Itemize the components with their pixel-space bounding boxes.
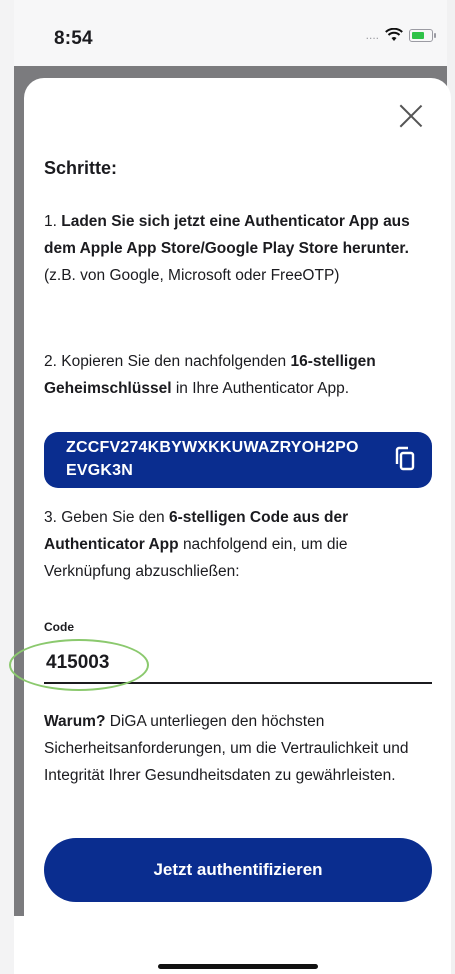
code-input[interactable] (44, 644, 432, 684)
step-2-text: 2. Kopieren Sie den nachfolgenden 16-ste… (44, 348, 436, 402)
why-text: Warum? DiGA unterliegen den höchsten Sic… (44, 708, 436, 789)
copy-icon[interactable] (394, 446, 416, 472)
wifi-icon (385, 28, 403, 41)
step-2-suffix: in Ihre Authenticator App. (175, 380, 350, 397)
code-label: Code (44, 620, 74, 634)
step-1-prefix: 1. (44, 213, 57, 230)
step-1-bold: Laden Sie sich jetzt eine Authenticator … (44, 213, 410, 257)
step-1-text: 1. Laden Sie sich jetzt eine Authenticat… (44, 208, 436, 289)
close-icon[interactable] (399, 104, 423, 128)
step-1-normal: (z.B. von Google, Microsoft oder FreeOTP… (44, 267, 340, 284)
status-icons: .... (365, 28, 436, 42)
step-3-text: 3. Geben Sie den 6-stelligen Code aus de… (44, 504, 436, 585)
frame-left (0, 0, 14, 974)
status-bar: 8:54 .... (14, 0, 447, 66)
step-3-prefix: 3. Geben Sie den (44, 509, 165, 526)
secret-key-box[interactable]: ZCCFV274KBYWXKKUWAZRYOH2POEVGK3N (44, 432, 432, 488)
authenticate-button[interactable]: Jetzt authentifizieren (44, 838, 432, 902)
step-2-prefix: 2. Kopieren Sie den nachfolgenden (44, 353, 287, 370)
home-indicator (158, 964, 318, 969)
sheet-title: Schritte: (44, 158, 118, 178)
secret-key-text: ZCCFV274KBYWXKKUWAZRYOH2POEVGK3N (66, 439, 359, 479)
signal-icon: .... (365, 28, 379, 42)
status-time: 8:54 (54, 28, 93, 49)
modal-sheet: Schritte: 1. Laden Sie sich jetzt eine A… (9, 78, 451, 974)
why-bold: Warum? (44, 713, 106, 730)
battery-charging-icon (409, 28, 436, 42)
